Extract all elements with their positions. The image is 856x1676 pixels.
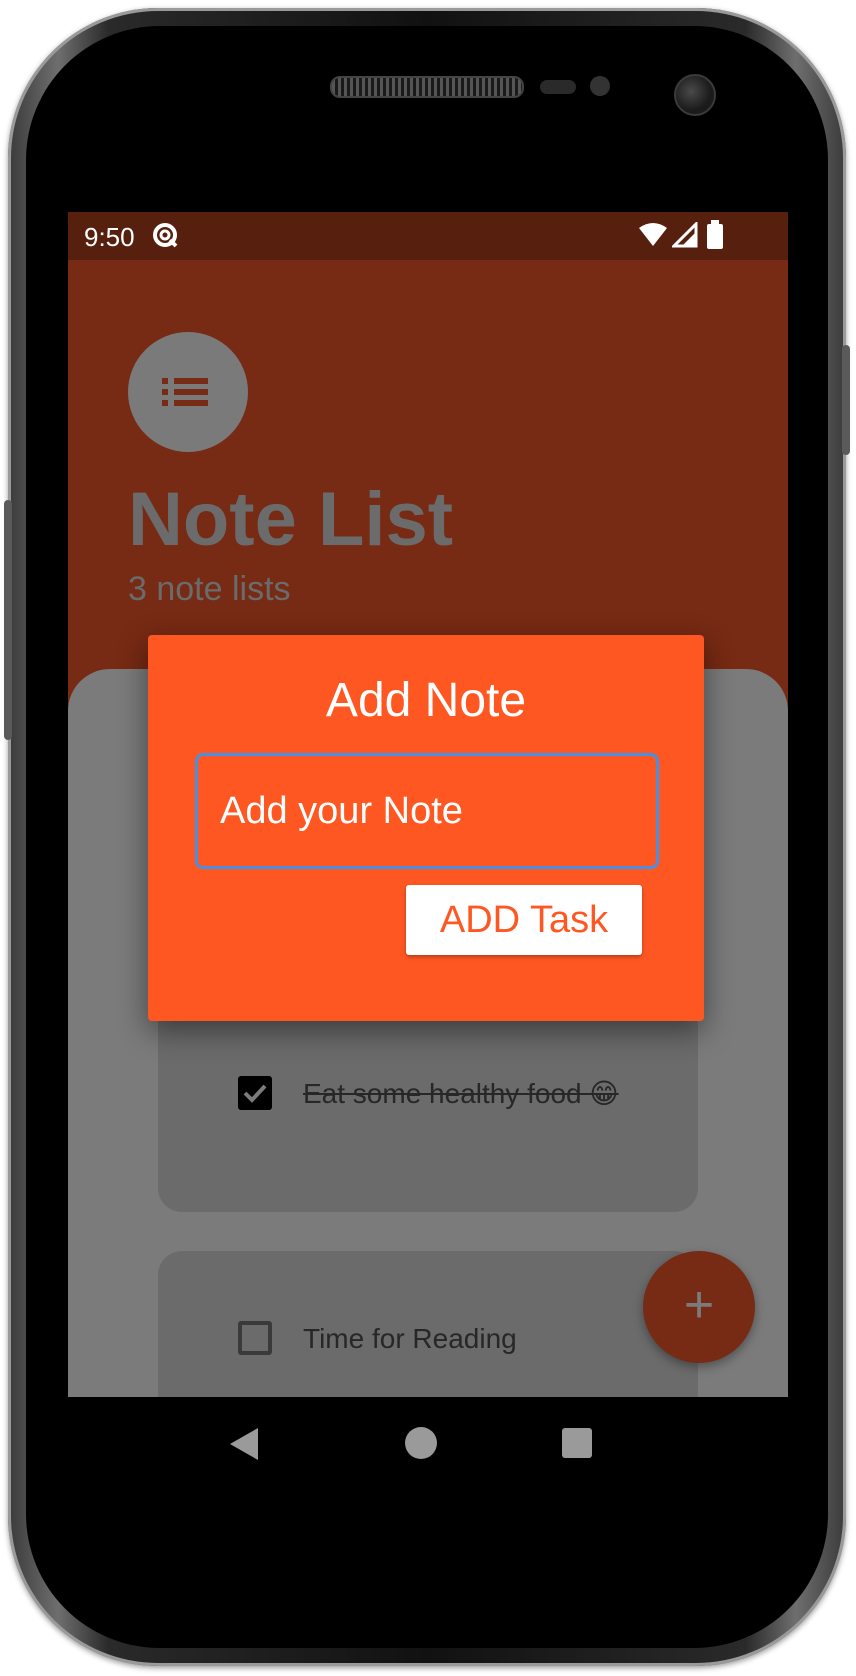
page-title: Note List bbox=[128, 477, 454, 562]
status-time: 9:50 bbox=[84, 222, 135, 252]
add-note-dialog: Add Note ADD Task bbox=[148, 635, 704, 1021]
recents-icon[interactable] bbox=[562, 1428, 592, 1458]
dialog-title: Add Note bbox=[325, 674, 527, 727]
add-fab-button[interactable]: + bbox=[643, 1251, 755, 1363]
task-label: Eat some healthy food 😁 bbox=[303, 1078, 619, 1109]
note-input[interactable] bbox=[195, 753, 659, 869]
home-icon[interactable] bbox=[405, 1427, 437, 1459]
proximity-sensor bbox=[540, 80, 576, 94]
task-label: Time for Reading bbox=[303, 1323, 517, 1354]
side-button-volume bbox=[4, 500, 12, 740]
app-screen: 9:50 Note List 3 note lists Eat some hea… bbox=[68, 212, 788, 1492]
page-subtitle: 3 note lists bbox=[128, 570, 291, 608]
wifi-icon bbox=[638, 222, 668, 253]
checkbox-checked[interactable] bbox=[238, 1076, 272, 1110]
front-camera bbox=[674, 74, 716, 116]
light-sensor bbox=[590, 76, 610, 96]
checkbox-unchecked[interactable] bbox=[238, 1321, 272, 1355]
header-avatar bbox=[128, 332, 248, 452]
add-task-button[interactable]: ADD Task bbox=[406, 885, 642, 955]
earpiece-speaker bbox=[330, 76, 524, 98]
battery-icon bbox=[706, 220, 724, 255]
signal-icon bbox=[670, 220, 698, 253]
navigation-bar bbox=[68, 1397, 788, 1492]
status-bar: 9:50 bbox=[68, 212, 788, 260]
back-icon[interactable] bbox=[230, 1428, 258, 1460]
sync-icon bbox=[150, 220, 180, 255]
list-icon bbox=[162, 374, 210, 415]
side-button-power bbox=[842, 345, 850, 455]
plus-icon: + bbox=[683, 1276, 715, 1334]
